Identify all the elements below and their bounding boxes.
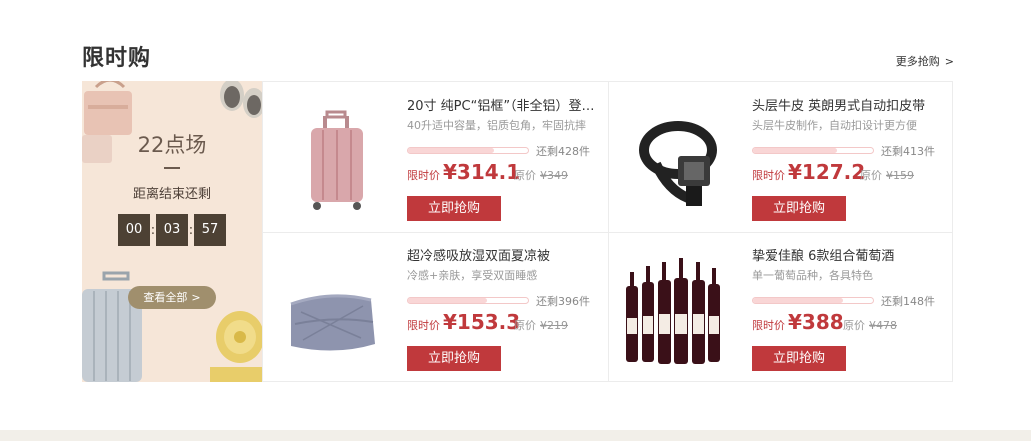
remaining-label: 距离结束还剩 xyxy=(132,187,211,202)
stock-progress-fill xyxy=(408,298,488,303)
session-title: 22点场 xyxy=(137,133,207,157)
original-price: 原价 ¥349 xyxy=(514,167,568,183)
product-card[interactable]: 超冷感吸放湿双面夏凉被 冷感+亲肤，享受双面睡感 还剩396件 限时价 ¥153… xyxy=(263,232,609,382)
stock-remaining: 还剩396件 xyxy=(536,295,590,308)
flash-price-label: 限时价 xyxy=(752,169,785,182)
product-name[interactable]: 20寸 纯PC“铝框”（非全铝）登… xyxy=(407,95,607,114)
timer-minutes: 03 xyxy=(156,214,188,246)
stock-progress-bar xyxy=(407,147,529,154)
original-price-label: 原价 xyxy=(514,169,536,182)
flash-price-label: 限时价 xyxy=(752,319,785,332)
product-name[interactable]: 挚爱佳酿 6款组合葡萄酒 xyxy=(752,245,952,264)
product-card[interactable]: 头层牛皮 英朗男式自动扣皮带 头层牛皮制作，自动扣设计更方便 还剩413件 限时… xyxy=(608,82,953,233)
slippers-icon xyxy=(220,81,262,118)
stock-progress-bar xyxy=(752,147,874,154)
product-grid: 20寸 纯PC“铝框”（非全铝）登… 40升适中容量，铝质包角，牢固抗摔 还剩4… xyxy=(262,81,953,382)
stock-progress-bar xyxy=(407,297,529,304)
countdown-timer: 00 : 03 : 57 xyxy=(118,214,226,246)
product-desc: 单一葡萄品种，各具特色 xyxy=(752,269,873,282)
view-all-button[interactable]: 查看全部 > xyxy=(128,286,216,309)
stock-remaining: 还剩413件 xyxy=(881,145,935,158)
stock-progress-fill xyxy=(753,298,843,303)
chevron-right-icon[interactable]: > xyxy=(191,291,200,304)
chevron-right-icon[interactable]: > xyxy=(945,55,954,68)
original-price: 原价 ¥159 xyxy=(860,167,914,183)
section-title: 限时购 xyxy=(82,46,152,71)
original-price-label: 原价 xyxy=(860,169,882,182)
stock-progress-bar xyxy=(752,297,874,304)
flash-price: ¥153.3 xyxy=(443,310,521,334)
product-name[interactable]: 超冷感吸放湿双面夏凉被 xyxy=(407,245,607,264)
product-card[interactable]: 挚爱佳酿 6款组合葡萄酒 单一葡萄品种，各具特色 还剩148件 限时价 ¥388… xyxy=(608,232,953,382)
original-price: 原价 ¥219 xyxy=(514,317,568,333)
product-name[interactable]: 头层牛皮 英朗男式自动扣皮带 xyxy=(752,95,952,114)
original-price: 原价 ¥478 xyxy=(843,317,897,333)
flash-price: ¥127.2 xyxy=(788,160,866,184)
flash-price: ¥314.1 xyxy=(443,160,521,184)
belt-icon[interactable] xyxy=(616,92,746,222)
footer-strip xyxy=(0,430,1031,441)
suitcase-icon[interactable] xyxy=(271,92,401,222)
pot-icon xyxy=(210,311,262,382)
original-price-value: ¥219 xyxy=(540,319,568,332)
stock-remaining: 还剩148件 xyxy=(881,295,935,308)
timer-seconds: 57 xyxy=(194,214,226,246)
buy-now-button[interactable]: 立即抢购 xyxy=(407,346,501,371)
blanket-icon[interactable] xyxy=(271,242,401,372)
stock-progress-fill xyxy=(408,148,495,153)
buy-now-button[interactable]: 立即抢购 xyxy=(752,346,846,371)
flash-price-label: 限时价 xyxy=(407,169,440,182)
divider xyxy=(164,167,180,169)
product-desc: 头层牛皮制作，自动扣设计更方便 xyxy=(752,119,917,132)
wine-bottles-icon[interactable] xyxy=(616,242,746,372)
stock-progress-fill xyxy=(753,148,837,153)
original-price-value: ¥159 xyxy=(886,169,914,182)
original-price-label: 原价 xyxy=(843,319,865,332)
more-deals-label[interactable]: 更多抢购 xyxy=(896,55,940,68)
flash-price: ¥388 xyxy=(788,310,844,334)
more-deals-link[interactable]: 更多抢购 > xyxy=(896,53,954,69)
original-price-label: 原价 xyxy=(514,319,536,332)
buy-now-button[interactable]: 立即抢购 xyxy=(407,196,501,221)
product-desc: 冷感+亲肤，享受双面睡感 xyxy=(407,269,538,282)
timer-hours: 00 xyxy=(118,214,150,246)
flash-price-label: 限时价 xyxy=(407,319,440,332)
session-panel: 22点场 距离结束还剩 00 : 03 : 57 查看全部 > xyxy=(82,81,262,382)
view-all-label[interactable]: 查看全部 xyxy=(143,291,187,304)
original-price-value: ¥349 xyxy=(540,169,568,182)
stock-remaining: 还剩428件 xyxy=(536,145,590,158)
product-desc: 40升适中容量，铝质包角，牢固抗摔 xyxy=(407,119,586,132)
buy-now-button[interactable]: 立即抢购 xyxy=(752,196,846,221)
original-price-value: ¥478 xyxy=(869,319,897,332)
product-card[interactable]: 20寸 纯PC“铝框”（非全铝）登… 40升适中容量，铝质包角，牢固抗摔 还剩4… xyxy=(263,82,609,233)
